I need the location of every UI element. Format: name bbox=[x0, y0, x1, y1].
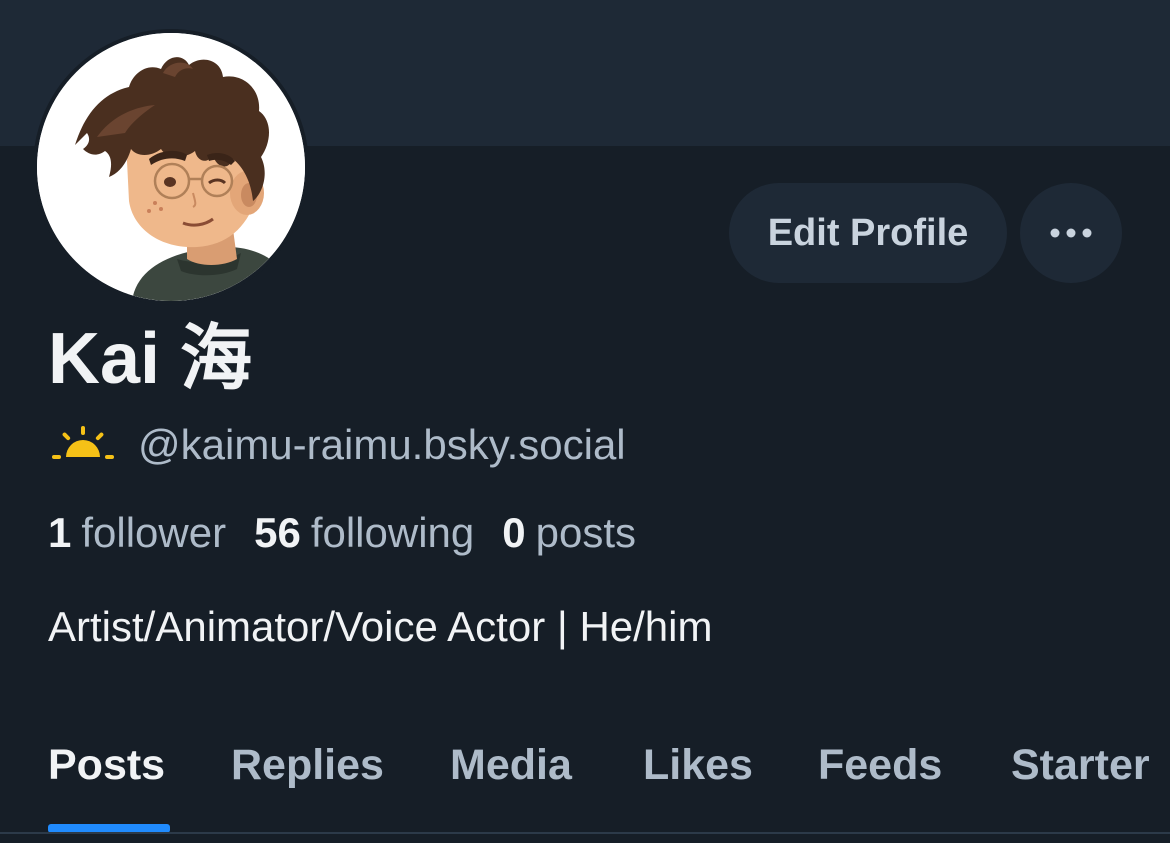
profile-handle[interactable]: @kaimu-raimu.bsky.social bbox=[138, 421, 626, 469]
following-count[interactable]: 56 bbox=[254, 509, 301, 557]
more-options-button[interactable] bbox=[1020, 183, 1122, 283]
following-label[interactable]: following bbox=[311, 509, 474, 557]
profile-page: Edit Profile Kai 海 @kaimu-raimu.bsky.soc… bbox=[0, 0, 1170, 843]
posts-count: 0 bbox=[502, 509, 526, 556]
display-name: Kai 海 bbox=[48, 319, 253, 399]
ellipsis-icon bbox=[1050, 228, 1092, 238]
followers-label[interactable]: follower bbox=[81, 509, 226, 557]
avatar[interactable] bbox=[33, 29, 309, 305]
profile-tabs: Posts Replies Media Likes Feeds Starter bbox=[0, 732, 1170, 832]
tabs-divider bbox=[0, 832, 1170, 834]
followers-count[interactable]: 1 bbox=[48, 509, 71, 557]
tab-posts[interactable]: Posts bbox=[48, 732, 165, 832]
tab-feeds[interactable]: Feeds bbox=[818, 732, 942, 832]
avatar-illustration bbox=[37, 33, 305, 301]
posts-label: posts bbox=[535, 509, 636, 556]
profile-bio: Artist/Animator/Voice Actor | He/him bbox=[48, 603, 713, 650]
profile-stats: 1 follower 56 following 0 posts bbox=[48, 506, 664, 560]
tab-media[interactable]: Media bbox=[450, 732, 572, 832]
tab-replies[interactable]: Replies bbox=[231, 732, 384, 832]
tab-starter[interactable]: Starter bbox=[1011, 732, 1150, 832]
edit-profile-button[interactable]: Edit Profile bbox=[729, 183, 1007, 283]
tab-likes[interactable]: Likes bbox=[643, 732, 753, 832]
handle-row: @kaimu-raimu.bsky.social bbox=[52, 420, 626, 470]
sunrise-icon bbox=[52, 426, 114, 459]
